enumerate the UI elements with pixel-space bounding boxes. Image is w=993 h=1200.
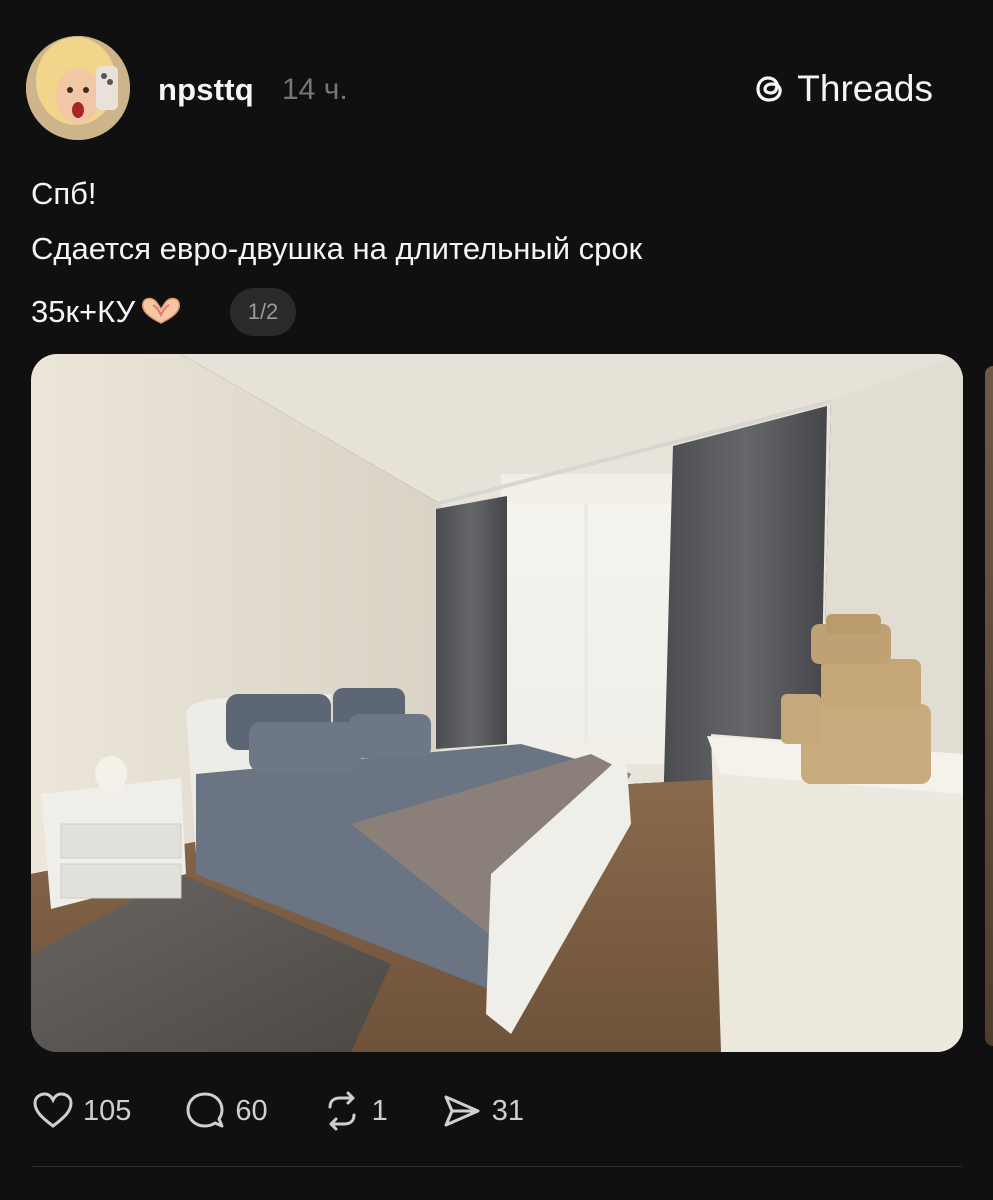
- comment-count: 60: [235, 1094, 268, 1127]
- next-photo-peek[interactable]: [985, 366, 993, 1046]
- post-photo[interactable]: [31, 354, 963, 1052]
- post-actions: 105 60 1 31: [31, 1088, 576, 1134]
- media-counter-badge: 1/2: [230, 288, 296, 336]
- share-count: 31: [491, 1094, 525, 1127]
- caption-line-1: Спб!: [31, 176, 97, 211]
- caption-line-3: 35к+КУ: [31, 294, 183, 333]
- like-button[interactable]: 105: [31, 1089, 131, 1133]
- repost-icon: [328, 1091, 356, 1131]
- post-time: 14 ч.: [282, 73, 348, 106]
- share-button[interactable]: 31: [440, 1089, 524, 1133]
- heart-icon: [33, 1092, 73, 1128]
- post-divider: [31, 1166, 962, 1167]
- send-icon: [444, 1095, 480, 1127]
- like-count: 105: [83, 1094, 132, 1127]
- repost-count: 1: [371, 1094, 388, 1127]
- repost-button[interactable]: 1: [320, 1089, 388, 1133]
- username[interactable]: npsttq: [158, 72, 254, 108]
- heart-hands-emoji-icon: [139, 295, 183, 333]
- avatar[interactable]: [26, 36, 130, 140]
- threads-brand[interactable]: Threads: [749, 68, 933, 110]
- threads-label: Threads: [797, 68, 933, 109]
- comment-button[interactable]: 60: [183, 1089, 268, 1133]
- comment-icon: [186, 1092, 224, 1128]
- caption-line-2: Сдается евро-двушка на длительный срок: [31, 231, 643, 266]
- threads-logo-icon: [756, 76, 783, 102]
- caption-price: 35к+КУ: [31, 294, 136, 329]
